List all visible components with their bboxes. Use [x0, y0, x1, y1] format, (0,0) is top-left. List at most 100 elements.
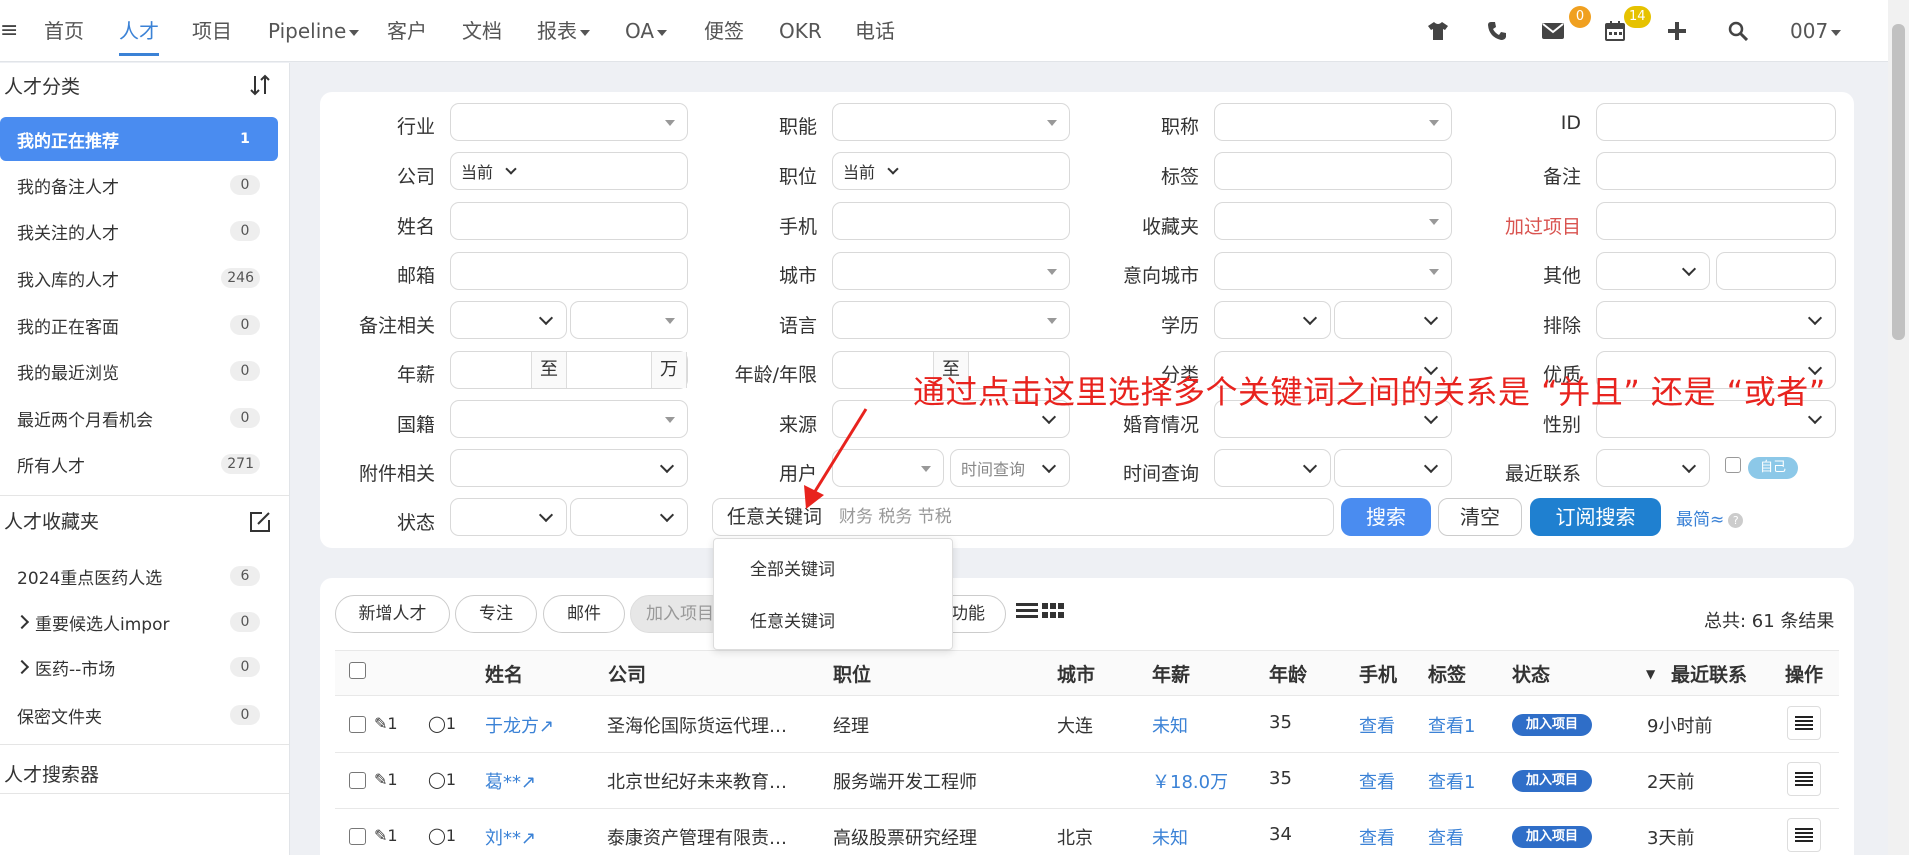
- column-header-city[interactable]: 城市: [1057, 660, 1095, 687]
- nav-reports[interactable]: 报表: [537, 0, 590, 62]
- view-phone-link[interactable]: 查看: [1359, 824, 1395, 850]
- remark-input[interactable]: [1596, 152, 1836, 190]
- candidate-name-link[interactable]: 于龙方↗: [485, 712, 554, 738]
- candidate-name-link[interactable]: 刘**↗: [485, 824, 536, 850]
- nav-clients[interactable]: 客户: [387, 0, 427, 62]
- comment-count[interactable]: ◯1: [428, 770, 456, 789]
- other-input[interactable]: [1716, 252, 1836, 290]
- position-scope-select[interactable]: 当前: [843, 159, 875, 183]
- sidebar-item-followed[interactable]: 我关注的人才 0: [0, 209, 278, 253]
- id-input[interactable]: [1596, 103, 1836, 141]
- nav-okr[interactable]: OKR: [779, 0, 822, 62]
- city-select[interactable]: [832, 252, 1070, 290]
- candidate-name-link[interactable]: 葛**↗: [485, 768, 536, 794]
- exclude-select[interactable]: [1596, 301, 1836, 339]
- clear-button[interactable]: 清空: [1438, 498, 1522, 536]
- nav-talent[interactable]: 人才: [119, 0, 159, 62]
- column-header-company[interactable]: 公司: [608, 660, 646, 687]
- nationality-select[interactable]: [450, 400, 688, 438]
- salary-cell[interactable]: ￥18.0万: [1152, 768, 1228, 794]
- comment-count[interactable]: ◯1: [428, 714, 456, 733]
- row-actions-menu-icon[interactable]: [1787, 706, 1821, 740]
- status-badge[interactable]: 加入项目: [1512, 826, 1592, 848]
- attachment-select[interactable]: [450, 449, 688, 487]
- salary-range[interactable]: 至 万: [450, 351, 688, 389]
- recent-contact-select[interactable]: [1596, 449, 1710, 487]
- nav-phone[interactable]: 电话: [855, 0, 895, 62]
- column-header-tags[interactable]: 标签: [1428, 660, 1466, 687]
- sort-desc-icon[interactable]: ▼: [1646, 667, 1655, 681]
- column-header-salary[interactable]: 年薪: [1152, 660, 1190, 687]
- status-badge[interactable]: 加入项目: [1512, 770, 1592, 792]
- folder-item[interactable]: 保密文件夹 0: [0, 693, 278, 737]
- simple-mode-link[interactable]: 最简≈?: [1676, 505, 1744, 530]
- external-link-icon[interactable]: ↗: [521, 772, 536, 793]
- status-select[interactable]: [450, 498, 567, 536]
- education-select[interactable]: [1214, 301, 1331, 339]
- sidebar-item-all[interactable]: 所有人才 271: [0, 442, 278, 486]
- search-button[interactable]: 搜索: [1341, 498, 1431, 536]
- external-link-icon[interactable]: ↗: [521, 828, 536, 849]
- joined-project-input[interactable]: [1596, 202, 1836, 240]
- column-header-status[interactable]: 状态: [1512, 660, 1550, 687]
- self-only-checkbox[interactable]: [1725, 457, 1741, 473]
- nav-oa[interactable]: OA: [625, 0, 668, 62]
- status-select-2[interactable]: [570, 498, 688, 536]
- view-tags-link[interactable]: 查看: [1428, 824, 1464, 850]
- external-link-icon[interactable]: ↗: [539, 716, 554, 737]
- attachment-count[interactable]: ✎1: [374, 826, 398, 845]
- favorites-select[interactable]: [1214, 202, 1452, 240]
- list-view-icon[interactable]: [1016, 602, 1038, 625]
- row-checkbox[interactable]: [349, 828, 366, 845]
- company-scope-select[interactable]: 当前: [461, 159, 493, 183]
- chevron-right-icon[interactable]: [14, 614, 30, 630]
- sidebar-item-stored[interactable]: 我入库的人才 246: [0, 256, 278, 300]
- view-phone-link[interactable]: 查看: [1359, 712, 1395, 738]
- time-query-select[interactable]: [1214, 449, 1331, 487]
- row-checkbox[interactable]: [349, 772, 366, 789]
- column-header-recent-contact[interactable]: 最近联系: [1671, 660, 1747, 687]
- row-actions-menu-icon[interactable]: [1787, 818, 1821, 852]
- subscribe-search-button[interactable]: 订阅搜索: [1530, 498, 1661, 536]
- column-header-name[interactable]: 姓名: [485, 660, 523, 687]
- scrollbar-thumb[interactable]: [1892, 24, 1905, 340]
- function-select[interactable]: [832, 103, 1070, 141]
- mail-button[interactable]: 邮件: [543, 595, 625, 633]
- view-tags-link[interactable]: 查看1: [1428, 768, 1475, 794]
- title-select[interactable]: [1214, 103, 1452, 141]
- nav-home[interactable]: 首页: [44, 0, 84, 62]
- help-icon[interactable]: ?: [1728, 512, 1744, 528]
- sidebar-item-open-to-work[interactable]: 最近两个月看机会 0: [0, 396, 278, 440]
- sort-icon[interactable]: [248, 74, 272, 98]
- remark-related-select-2[interactable]: [570, 301, 688, 339]
- view-tags-link[interactable]: 查看1: [1428, 712, 1475, 738]
- user-menu[interactable]: 007: [1790, 0, 1842, 62]
- salary-cell[interactable]: 未知: [1152, 712, 1188, 738]
- time-query-select-2[interactable]: [1334, 449, 1452, 487]
- attachment-count[interactable]: ✎1: [374, 770, 398, 789]
- plus-icon[interactable]: [1663, 17, 1691, 45]
- phone-input[interactable]: [832, 202, 1070, 240]
- column-header-position[interactable]: 职位: [833, 660, 871, 687]
- nav-projects[interactable]: 项目: [192, 0, 232, 62]
- dropdown-option-any-keyword[interactable]: 任意关键词: [750, 607, 835, 632]
- time-query-inline-select[interactable]: 时间查询: [950, 449, 1070, 487]
- folder-item[interactable]: 2024重点医药人选 6: [0, 554, 278, 598]
- folder-item[interactable]: 重要候选人impor 0: [0, 600, 278, 644]
- column-header-age[interactable]: 年龄: [1269, 660, 1307, 687]
- select-all-checkbox[interactable]: [349, 662, 366, 679]
- edit-icon[interactable]: [248, 510, 272, 534]
- add-talent-button[interactable]: 新增人才: [335, 595, 450, 633]
- tshirt-icon[interactable]: [1424, 17, 1452, 45]
- company-input[interactable]: 当前: [450, 152, 688, 190]
- tags-input[interactable]: [1214, 152, 1452, 190]
- row-checkbox[interactable]: [349, 716, 366, 733]
- status-badge[interactable]: 加入项目: [1512, 714, 1592, 736]
- mail-icon[interactable]: [1539, 17, 1567, 45]
- nav-notes[interactable]: 便签: [704, 0, 744, 62]
- nav-pipeline[interactable]: Pipeline: [268, 0, 360, 62]
- phone-icon[interactable]: [1483, 17, 1511, 45]
- sidebar-item-recommending[interactable]: 我的正在推荐 1: [0, 117, 278, 161]
- language-select[interactable]: [832, 301, 1070, 339]
- focus-button[interactable]: 专注: [455, 595, 537, 633]
